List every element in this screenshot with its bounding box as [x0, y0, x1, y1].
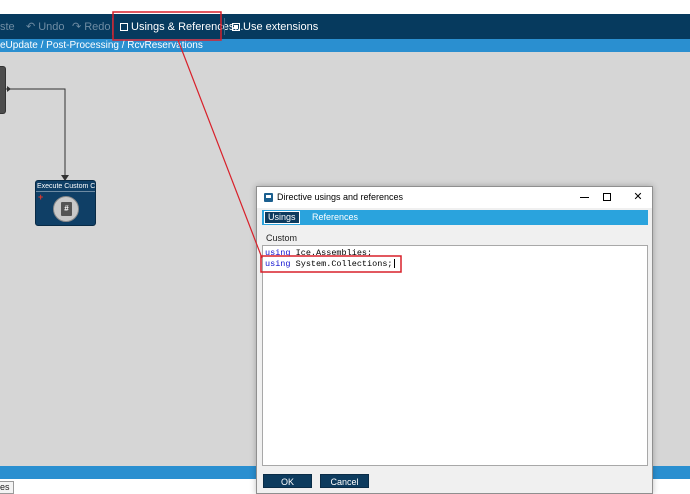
dialog-title: Directive usings and references: [277, 192, 404, 202]
directive-usings-dialog: Directive usings and references ✕ Usings…: [256, 186, 653, 494]
top-strip: [0, 0, 690, 14]
code-text: System.Collections;: [290, 259, 393, 269]
text-caret: [393, 259, 395, 269]
code-keyword: using: [265, 248, 291, 258]
close-button[interactable]: ✕: [627, 189, 649, 206]
dialog-tabbar: Usings References: [262, 210, 648, 225]
close-icon: ✕: [633, 191, 643, 203]
tab-usings[interactable]: Usings: [264, 211, 300, 224]
usings-icon: [120, 22, 128, 31]
code-file-icon: #: [53, 196, 79, 222]
maximize-icon: [603, 193, 611, 202]
minimize-button[interactable]: [573, 189, 595, 206]
custom-section-label: Custom: [266, 233, 298, 243]
code-glyph: #: [61, 202, 72, 216]
undo-icon: ↶: [26, 21, 36, 33]
toolbar-separator: [224, 18, 225, 35]
ok-button[interactable]: OK: [263, 474, 312, 488]
code-text: Ice.Assemblies;: [290, 248, 373, 258]
maximize-button[interactable]: [596, 189, 618, 206]
tab-references[interactable]: References: [308, 211, 362, 224]
code-line: using System.Collections;: [265, 259, 395, 270]
undo-button[interactable]: ↶ Undo: [22, 14, 69, 39]
bottom-tab[interactable]: es: [0, 481, 14, 494]
breadcrumb: eUpdate / Post-Processing / RcvReservati…: [0, 39, 690, 52]
app-icon: [264, 193, 273, 202]
extensions-label: Use extensions: [243, 20, 319, 33]
code-line: using Ice.Assemblies;: [265, 248, 372, 259]
execute-custom-code-node[interactable]: Execute Custom Co + #: [35, 180, 96, 226]
node-title: Execute Custom Co: [37, 183, 95, 190]
code-keyword: using: [265, 259, 291, 269]
node-add-icon: +: [38, 192, 44, 202]
redo-label: Redo: [84, 20, 111, 33]
use-extensions-button[interactable]: Use extensions: [228, 14, 322, 39]
node-title-divider: [36, 191, 95, 192]
redo-button[interactable]: ↷ Redo: [68, 14, 115, 39]
toolbar-separator: [112, 18, 113, 35]
dialog-titlebar[interactable]: Directive usings and references ✕: [257, 187, 652, 208]
undo-label: Undo: [38, 20, 65, 33]
paste-button[interactable]: ste: [0, 14, 16, 39]
usings-label: Usings & References...: [131, 20, 244, 33]
redo-icon: ↷: [72, 21, 82, 33]
usings-code-editor[interactable]: using Ice.Assemblies; using System.Colle…: [262, 245, 648, 466]
designer-toolbar: ste ↶ Undo ↷ Redo Usings & References...…: [0, 14, 690, 39]
cancel-button[interactable]: Cancel: [320, 474, 369, 488]
extensions-icon: [232, 22, 240, 31]
workflow-node-start[interactable]: [0, 66, 6, 114]
minimize-icon: [579, 196, 589, 198]
paste-label: ste: [0, 20, 15, 33]
